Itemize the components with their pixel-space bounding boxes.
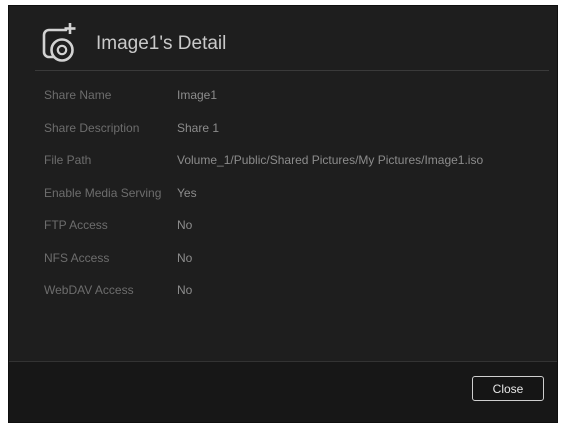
detail-value: Yes: [177, 185, 197, 200]
detail-label: FTP Access: [44, 218, 108, 232]
detail-label: Enable Media Serving: [44, 185, 162, 200]
detail-value: Image1: [177, 88, 218, 102]
detail-label: File Path: [44, 153, 92, 167]
detail-value: No: [177, 250, 193, 265]
disc-image-add-icon: [39, 21, 83, 65]
detail-label: Share Name: [44, 88, 112, 102]
dialog-header: Image1's Detail: [9, 6, 557, 76]
detail-value: No: [177, 283, 193, 297]
close-button[interactable]: Close: [472, 376, 544, 401]
dialog-footer: Close: [9, 361, 557, 422]
header-divider: [35, 70, 549, 71]
detail-value: Share 1: [177, 120, 220, 135]
detail-label: Share Description: [44, 120, 140, 135]
detail-label: WebDAV Access: [44, 283, 134, 297]
detail-value: No: [177, 218, 193, 232]
share-detail-dialog: Image1's Detail Share Name Image1 Share …: [8, 5, 558, 423]
detail-value: Volume_1/Public/Shared Pictures/My Pictu…: [177, 153, 484, 167]
detail-label: NFS Access: [44, 250, 110, 265]
dialog-title: Image1's Detail: [96, 33, 227, 54]
